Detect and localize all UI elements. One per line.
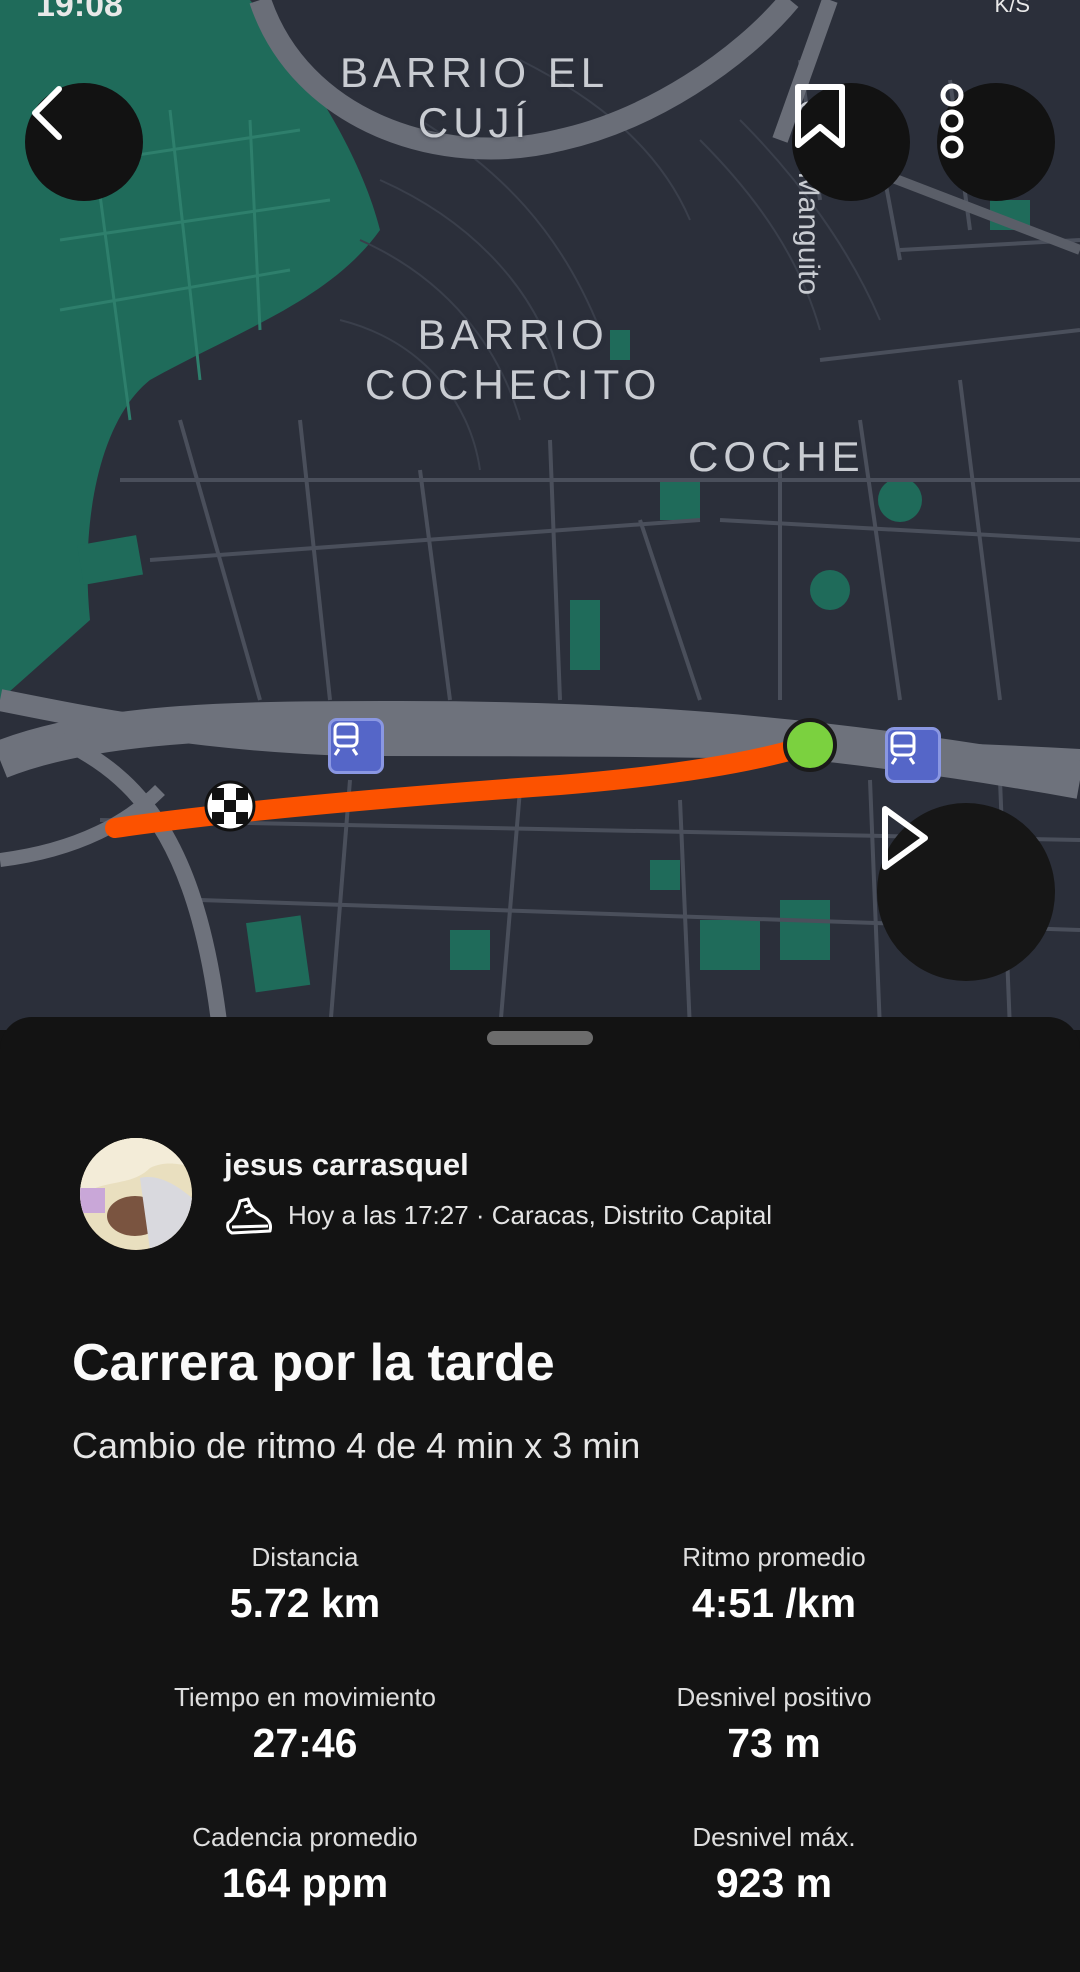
play-flyover-button[interactable]	[877, 803, 1055, 981]
stat-label: Desnivel positivo	[676, 1682, 872, 1712]
map-label-coche: COCHE	[688, 433, 865, 480]
avatar-photo	[80, 1138, 192, 1250]
running-shoe-icon	[226, 1197, 272, 1235]
stat-label: Cadencia promedio	[192, 1822, 418, 1852]
stat-label: Ritmo promedio	[682, 1542, 866, 1572]
more-vertical-icon	[940, 83, 964, 159]
stat-value: 4:51 /km	[691, 1580, 857, 1626]
activity-map[interactable]: 19:08 K/S BARRIO EL CUJÍ BARRIO COCHECIT…	[0, 0, 1080, 1030]
stat-value: 164 ppm	[221, 1860, 389, 1906]
stat-distance: Distancia 5.72 km	[75, 1541, 535, 1629]
map-label-barrio-cuji: BARRIO EL CUJÍ	[340, 49, 610, 146]
activity-title: Carrera por la tarde	[72, 1334, 555, 1392]
stat-label: Distancia	[251, 1542, 359, 1572]
activity-description: Cambio de ritmo 4 de 4 min x 3 min	[72, 1425, 641, 1466]
metro-station-icon[interactable]	[328, 718, 384, 774]
stat-elevation-gain: Desnivel positivo 73 m	[544, 1681, 1004, 1769]
stat-value: 5.72 km	[229, 1580, 381, 1626]
bookmark-icon	[795, 84, 845, 148]
activity-meta: Hoy a las 17:27 · Caracas, Distrito Capi…	[224, 1193, 772, 1237]
stat-label: Desnivel máx.	[692, 1822, 856, 1852]
stat-moving-time: Tiempo en movimiento 27:46	[75, 1681, 535, 1769]
sheet-drag-handle[interactable]	[487, 1031, 593, 1045]
stat-value: 73 m	[727, 1720, 821, 1766]
bookmark-button[interactable]	[792, 83, 910, 201]
more-options-button[interactable]	[937, 83, 1055, 201]
back-arrow-icon	[32, 86, 62, 140]
stat-label: Tiempo en movimiento	[173, 1682, 437, 1712]
back-button[interactable]	[25, 83, 143, 201]
stat-avg-cadence: Cadencia promedio 164 ppm	[75, 1821, 535, 1909]
status-speed-unit: K/S	[994, 0, 1030, 17]
finish-marker	[204, 780, 256, 832]
athlete-name[interactable]: jesus carrasquel	[224, 1147, 469, 1183]
stat-max-elevation: Desnivel máx. 923 m	[544, 1821, 1004, 1909]
metro-station-icon[interactable]	[885, 727, 941, 783]
stat-value: 27:46	[252, 1720, 358, 1766]
stat-value: 923 m	[715, 1860, 833, 1906]
avatar[interactable]	[80, 1138, 192, 1250]
map-label-barrio-cochecito: BARRIO COCHECITO	[365, 311, 662, 408]
status-time: 19:08	[36, 0, 123, 24]
start-marker	[783, 718, 837, 772]
activity-date-location: Hoy a las 17:27 · Caracas, Distrito Capi…	[288, 1199, 773, 1230]
activity-sheet: jesus carrasquel Hoy a las 17:27 · Carac…	[0, 1017, 1080, 1972]
play-icon	[882, 806, 928, 870]
stat-avg-pace: Ritmo promedio 4:51 /km	[544, 1541, 1004, 1629]
